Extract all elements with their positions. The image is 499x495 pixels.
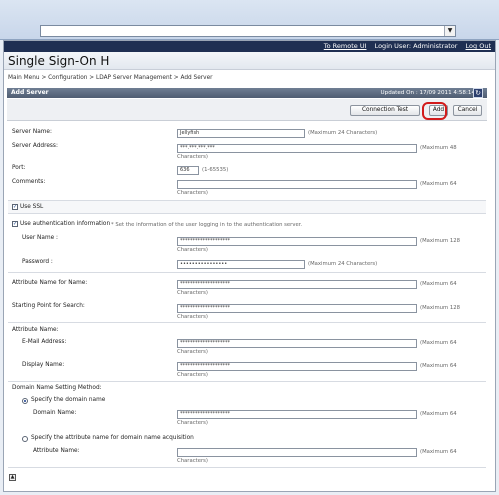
password-input[interactable]: •••••••••••••••• (177, 260, 305, 269)
to-remote-ui-link[interactable]: To Remote UI (324, 42, 367, 50)
email-address-hint: (Maximum 64 (420, 340, 457, 346)
attribute-name-label: Attribute Name: (12, 327, 59, 333)
specify-domain-label: Specify the domain name (31, 397, 106, 403)
specify-attr-domain-radio[interactable] (22, 436, 28, 442)
password-label: Password : (22, 259, 53, 265)
user-name-hint2: Characters) (177, 247, 208, 253)
connection-test-button[interactable]: Connection Test (350, 105, 420, 116)
browser-chrome: ▼ (0, 0, 499, 40)
email-address-hint2: Characters) (177, 349, 208, 355)
server-name-label: Server Name: (12, 129, 52, 135)
add-highlight-ring (422, 102, 447, 120)
port-hint: (1-65535) (202, 167, 229, 173)
page-top-icon[interactable]: ▲ (9, 474, 16, 481)
brand-header: Single Sign-On H (4, 52, 495, 70)
use-auth-checkbox[interactable]: ✓ (12, 221, 18, 227)
server-name-input[interactable]: Jellyfish (177, 129, 305, 138)
refresh-icon[interactable]: ↻ (473, 88, 483, 98)
divider (8, 381, 486, 382)
password-hint: (Maximum 24 Characters) (308, 261, 378, 267)
domain-method-label: Domain Name Setting Method: (12, 385, 102, 391)
use-ssl-checkbox[interactable]: ✓ (12, 204, 18, 210)
use-auth-note: * Set the information of the user loggin… (111, 222, 303, 228)
address-dropdown[interactable]: ▼ (40, 25, 456, 37)
updated-timestamp: Updated On : 17/09 2011 4:58:14 (380, 90, 475, 96)
breadcrumb: Main Menu > Configuration > LDAP Server … (8, 75, 213, 81)
display-name-hint: (Maximum 64 (420, 363, 457, 369)
divider (8, 322, 486, 323)
attr-name-for-name-hint: (Maximum 64 (420, 281, 457, 287)
cancel-button[interactable]: Cancel (453, 105, 482, 116)
starting-point-input[interactable]: ******************** (177, 304, 417, 313)
login-user-label: Login User: Administrator (374, 42, 458, 50)
use-ssl-label: Use SSL (20, 204, 44, 210)
server-address-hint: (Maximum 48 (420, 145, 457, 151)
user-name-label: User Name : (22, 235, 58, 241)
attr-name-for-name-input[interactable]: ******************** (177, 280, 417, 289)
panel-title: Add Server (11, 89, 49, 96)
comments-input[interactable] (177, 180, 417, 189)
user-name-hint: (Maximum 128 (420, 238, 460, 244)
divider (8, 272, 486, 273)
domain-name-hint: (Maximum 64 (420, 411, 457, 417)
attr-name-for-name-label: Attribute Name for Name: (12, 280, 88, 286)
specify-domain-radio[interactable] (22, 398, 28, 404)
divider (8, 467, 486, 468)
server-address-hint2: Characters) (177, 154, 208, 160)
starting-point-hint: (Maximum 128 (420, 305, 460, 311)
button-bar: Connection Test Add Cancel (7, 99, 487, 121)
display-name-input[interactable]: ******************** (177, 362, 417, 371)
server-address-label: Server Address: (12, 143, 58, 149)
use-ssl-row (8, 201, 486, 213)
dropdown-arrow-icon[interactable]: ▼ (444, 26, 455, 36)
attr-name-domain-hint: (Maximum 64 (420, 449, 457, 455)
comments-label: Comments: (12, 179, 46, 185)
display-name-label: Display Name: (22, 362, 65, 368)
email-address-label: E-Mail Address: (22, 339, 67, 345)
domain-name-label: Domain Name: (33, 410, 77, 416)
user-name-input[interactable]: ******************** (177, 237, 417, 246)
display-name-hint2: Characters) (177, 372, 208, 378)
domain-name-hint2: Characters) (177, 420, 208, 426)
attr-name-domain-input[interactable] (177, 448, 417, 457)
server-address-input[interactable]: ***.***.***.*** (177, 144, 417, 153)
port-input[interactable]: 636 (177, 166, 199, 175)
use-auth-label: Use authentication information (20, 221, 111, 227)
specify-attr-domain-label: Specify the attribute name for domain na… (31, 435, 194, 441)
attr-name-domain-label: Attribute Name: (33, 448, 80, 454)
starting-point-label: Starting Point for Search: (12, 303, 85, 309)
attr-name-domain-hint2: Characters) (177, 458, 208, 464)
port-label: Port: (12, 165, 26, 171)
top-bar: To Remote UI Login User: Administrator L… (4, 41, 495, 52)
starting-point-hint2: Characters) (177, 314, 208, 320)
comments-hint: (Maximum 64 (420, 181, 457, 187)
divider (8, 213, 486, 214)
page: To Remote UI Login User: Administrator L… (3, 40, 496, 492)
email-address-input[interactable]: ******************** (177, 339, 417, 348)
panel-header: Add Server Updated On : 17/09 2011 4:58:… (7, 88, 487, 98)
log-out-link[interactable]: Log Out (466, 42, 491, 50)
server-name-hint: (Maximum 24 Characters) (308, 130, 378, 136)
app-title: Single Sign-On H (8, 54, 110, 68)
comments-hint2: Characters) (177, 190, 208, 196)
domain-name-input[interactable]: ******************** (177, 410, 417, 419)
attr-name-for-name-hint2: Characters) (177, 290, 208, 296)
